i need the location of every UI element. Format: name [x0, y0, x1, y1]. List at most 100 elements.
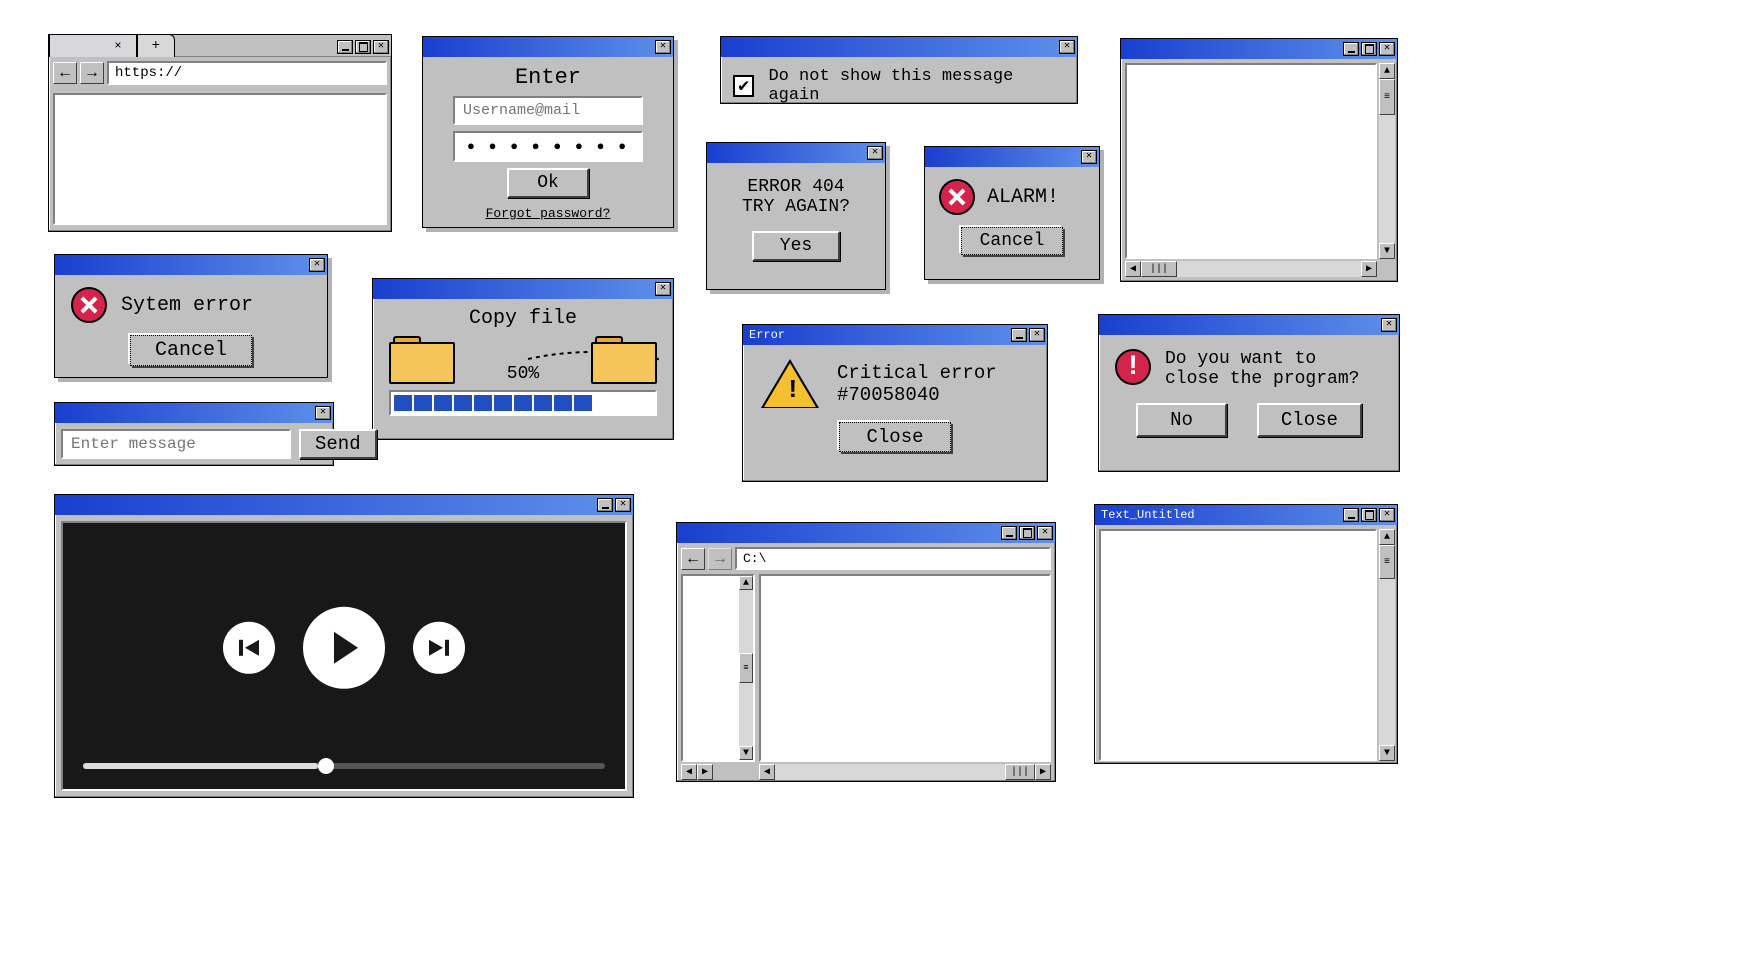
- close-button[interactable]: [1379, 508, 1395, 522]
- username-input[interactable]: [453, 96, 643, 125]
- close-button[interactable]: [309, 258, 325, 272]
- alarm-text: ALARM!: [987, 186, 1059, 209]
- scroll-thumb[interactable]: ≡: [1379, 545, 1395, 579]
- titlebar-text: Error: [745, 328, 785, 342]
- close-button[interactable]: [1037, 526, 1053, 540]
- scroll-thumb-h[interactable]: |||: [1141, 261, 1177, 277]
- close-button[interactable]: [655, 282, 671, 296]
- close-line2: close the program?: [1165, 369, 1359, 389]
- close-button[interactable]: [1059, 40, 1075, 54]
- scroll-right-button[interactable]: ▶: [697, 764, 713, 780]
- tab-close-icon[interactable]: ×: [114, 39, 121, 53]
- seek-thumb[interactable]: [318, 758, 334, 774]
- warning-icon: [761, 359, 819, 408]
- text-editor: Text_Untitled ▲ ≡ ▼: [1094, 504, 1398, 764]
- path-input[interactable]: [735, 547, 1051, 570]
- critical-line1: Critical error: [837, 362, 997, 384]
- maximize-button[interactable]: [1361, 42, 1377, 56]
- scroll-left-button[interactable]: ◀: [1125, 261, 1141, 277]
- minimize-button[interactable]: [337, 40, 353, 54]
- minimize-button[interactable]: [1343, 42, 1359, 56]
- close-line1: Do you want to: [1165, 349, 1359, 369]
- scroll-up-button[interactable]: ▲: [1379, 529, 1395, 545]
- cancel-button[interactable]: Cancel: [961, 227, 1064, 255]
- close-button[interactable]: [867, 146, 883, 160]
- syserror-dialog: Sytem error Cancel: [54, 254, 328, 378]
- critical-line2: #70058040: [837, 384, 997, 406]
- close-button[interactable]: [615, 498, 631, 512]
- scroll-left-button[interactable]: ◀: [759, 764, 775, 780]
- next-button[interactable]: [413, 622, 465, 674]
- file-pane: [759, 574, 1051, 762]
- new-tab-button[interactable]: +: [137, 34, 175, 57]
- scroll-up-button[interactable]: ▲: [1379, 63, 1395, 79]
- scroll-right-button[interactable]: ▶: [1361, 261, 1377, 277]
- scroll-up-button[interactable]: ▲: [739, 576, 753, 590]
- maximize-button[interactable]: [355, 40, 371, 54]
- dontshow-label: Do not show this message again: [768, 67, 1065, 105]
- close-button[interactable]: [655, 40, 671, 54]
- scroll-thumb-h[interactable]: |||: [1005, 764, 1035, 780]
- dest-folder-icon: [591, 336, 657, 382]
- scroll-thumb[interactable]: ≡: [739, 653, 753, 683]
- close-program-dialog: ! Do you want to close the program? No C…: [1098, 314, 1400, 472]
- exclaim-icon: !: [1115, 349, 1151, 385]
- scroll-right-button[interactable]: ▶: [1035, 764, 1051, 780]
- password-input[interactable]: ● ● ● ● ● ● ● ●: [453, 131, 643, 162]
- scroll-down-button[interactable]: ▼: [1379, 243, 1395, 259]
- scroll-down-button[interactable]: ▼: [739, 746, 753, 760]
- play-button[interactable]: [303, 607, 385, 689]
- explorer-window: ← → ▲ ≡ ▼ ◀ ||| ▶ ◀ ▶: [676, 522, 1056, 782]
- scroll-thumb-v[interactable]: ≡: [1379, 79, 1395, 115]
- close-button[interactable]: [1381, 318, 1397, 332]
- message-input[interactable]: [61, 429, 291, 459]
- close-button[interactable]: [1081, 150, 1097, 164]
- address-bar[interactable]: [107, 61, 387, 85]
- close-button-action[interactable]: Close: [1257, 403, 1362, 437]
- tree-pane: ▲ ≡ ▼: [681, 574, 755, 762]
- close-button[interactable]: [315, 406, 331, 420]
- close-button-action[interactable]: Close: [839, 422, 950, 452]
- close-button[interactable]: [1379, 42, 1395, 56]
- error-line1: ERROR 404: [719, 177, 873, 197]
- close-button[interactable]: [1029, 328, 1045, 342]
- browser-tab[interactable]: ×: [49, 34, 137, 57]
- no-button[interactable]: No: [1136, 403, 1227, 437]
- yes-button[interactable]: Yes: [752, 231, 840, 261]
- scroll-down-button[interactable]: ▼: [1379, 745, 1395, 761]
- cancel-button[interactable]: Cancel: [130, 335, 252, 366]
- close-button[interactable]: [373, 40, 389, 54]
- seek-bar[interactable]: [83, 763, 605, 769]
- error-text: Sytem error: [121, 294, 253, 317]
- minimize-button[interactable]: [597, 498, 613, 512]
- dialog-title: Enter: [435, 65, 661, 90]
- ok-button[interactable]: Ok: [507, 168, 589, 198]
- resize-grip[interactable]: [1379, 261, 1395, 277]
- prev-button[interactable]: [223, 622, 275, 674]
- copy-dialog: Copy file 50%: [372, 278, 674, 440]
- scroll-panel: ▲ ≡ ▼ ◀ ||| ▶: [1120, 38, 1398, 282]
- minimize-button[interactable]: [1011, 328, 1027, 342]
- maximize-button[interactable]: [1019, 526, 1035, 540]
- source-folder-icon: [389, 336, 455, 382]
- error-icon: [939, 179, 975, 215]
- back-button[interactable]: ←: [53, 62, 77, 84]
- forward-button[interactable]: →: [80, 62, 104, 84]
- send-button[interactable]: Send: [299, 429, 377, 459]
- forgot-password-link[interactable]: Forgot password?: [435, 206, 661, 221]
- progress-bar: [389, 390, 657, 416]
- forward-button[interactable]: →: [708, 548, 732, 570]
- login-dialog: Enter ● ● ● ● ● ● ● ● Ok Forgot password…: [422, 36, 674, 228]
- minimize-button[interactable]: [1001, 526, 1017, 540]
- back-button[interactable]: ←: [681, 548, 705, 570]
- maximize-button[interactable]: [1361, 508, 1377, 522]
- dontshow-checkbox[interactable]: ✔: [733, 75, 754, 97]
- content-area: [1125, 63, 1377, 259]
- browser-content: [53, 93, 387, 225]
- scroll-left-button[interactable]: ◀: [681, 764, 697, 780]
- browser-window: × + ← →: [48, 34, 392, 232]
- minimize-button[interactable]: [1343, 508, 1359, 522]
- error-icon: [71, 287, 107, 323]
- text-area[interactable]: [1099, 529, 1377, 761]
- video-area: [61, 521, 627, 791]
